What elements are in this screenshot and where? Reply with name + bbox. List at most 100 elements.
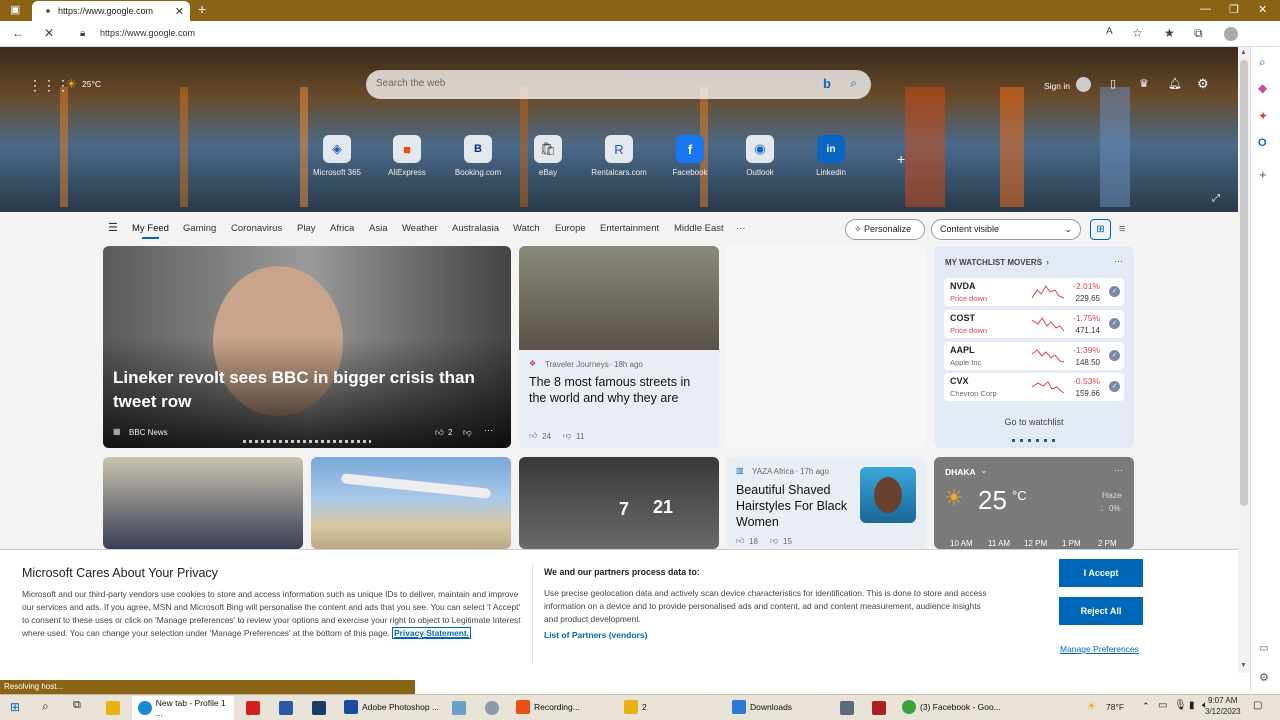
tab-play[interactable]: Play <box>297 223 315 234</box>
stock-row[interactable]: NVDA Price down -2.01% 229.65 ✓ <box>944 278 1124 306</box>
bell-icon[interactable]: 🔔︎ <box>1168 77 1182 90</box>
search-input[interactable]: Search the web b ⌕ <box>366 70 871 99</box>
apps-grid-icon[interactable]: ⋮⋮⋮ <box>28 77 70 94</box>
tab-entertainment[interactable]: Entertainment <box>600 223 659 234</box>
avatar[interactable] <box>1076 77 1091 92</box>
tab-weather[interactable]: Weather <box>402 223 438 234</box>
content-visibility-select[interactable]: Content visible ⌄ <box>931 219 1081 240</box>
tab-asia[interactable]: Asia <box>369 223 387 234</box>
like-icon[interactable]: 👍︎ <box>736 536 744 546</box>
close-window-icon[interactable]: ✕ <box>1258 3 1267 16</box>
gear-icon[interactable]: ⚙ <box>1259 671 1269 684</box>
quick-link-aliexpress[interactable]: ■ AliExpress <box>372 135 442 177</box>
new-tab-icon[interactable]: + <box>198 1 206 17</box>
back-icon[interactable]: ← <box>12 26 24 40</box>
close-tab-icon[interactable]: ✕ <box>175 5 184 18</box>
outlook-icon[interactable]: O <box>1258 137 1267 149</box>
lock-icon[interactable]: 🔒︎ <box>80 28 85 39</box>
chevron-up-icon[interactable]: ⌃ <box>1142 701 1150 712</box>
sign-in-link[interactable]: Sign in <box>1044 81 1070 91</box>
reject-all-button[interactable]: Reject All <box>1059 597 1143 625</box>
app-icon[interactable] <box>872 701 886 715</box>
rewards-icon[interactable]: ♛ <box>1139 77 1149 90</box>
like-icon[interactable]: 👍︎ <box>529 431 537 441</box>
app-icon[interactable] <box>485 701 499 715</box>
watchlist-carousel-dots[interactable] <box>1012 439 1058 442</box>
tab-europe[interactable]: Europe <box>555 223 586 234</box>
taskbar-downloads-window[interactable]: Downloads <box>732 700 792 714</box>
profile-icon[interactable] <box>1224 27 1238 41</box>
tab-coronavirus[interactable]: Coronavirus <box>231 223 282 234</box>
quick-link-ebay[interactable]: 🛍︎ eBay <box>513 135 583 177</box>
maximize-icon[interactable]: ❐ <box>1229 3 1239 16</box>
dislike-icon[interactable]: 👎︎ <box>770 536 778 546</box>
accept-button[interactable]: I Accept <box>1059 559 1143 587</box>
stop-icon[interactable]: ✕ <box>44 26 54 40</box>
scroll-up-icon[interactable]: ▲ <box>1240 49 1247 56</box>
gear-icon[interactable]: ⚙ <box>1197 76 1209 92</box>
travel-headline[interactable]: The 8 most famous streets in the world a… <box>529 374 711 406</box>
tab-watch[interactable]: Watch <box>513 223 540 234</box>
quick-link-facebook[interactable]: f Facebook <box>655 135 725 177</box>
check-icon[interactable]: ✓ <box>1109 381 1120 392</box>
news-card-photo-1[interactable] <box>103 457 303 549</box>
quick-link-linkedin[interactable]: in Linkedin <box>796 135 866 177</box>
word-icon[interactable] <box>279 701 293 715</box>
hairstyle-news-card[interactable]: ▥ YAZA Africa · 17h ago Beautiful Shaved… <box>726 457 926 549</box>
search-icon[interactable]: ⌕ <box>42 699 49 714</box>
search-icon[interactable]: ⌕ <box>1259 55 1266 70</box>
acrobat-icon[interactable] <box>246 701 260 715</box>
hero-weather[interactable]: 25°C <box>82 79 101 89</box>
file-explorer-icon[interactable] <box>106 701 120 715</box>
tab-middle-east[interactable]: Middle East <box>674 223 724 234</box>
taskbar-recording-window[interactable]: Recording... <box>516 700 580 714</box>
bing-icon[interactable]: b <box>823 76 831 91</box>
manage-preferences-link[interactable]: Manage Preferences <box>1060 644 1139 654</box>
tab-africa[interactable]: Africa <box>330 223 354 234</box>
dislike-icon[interactable]: 👎︎ <box>563 431 571 441</box>
carousel-dots[interactable] <box>243 440 371 443</box>
expand-icon[interactable]: ⤢ <box>1212 193 1220 204</box>
clock-time[interactable]: 9:07 AM <box>1208 696 1237 705</box>
tab-actions-icon[interactable]: ▣ <box>10 3 20 16</box>
weather-city[interactable]: DHAKA <box>945 467 976 477</box>
list-view-icon[interactable]: ≡ <box>1119 223 1125 235</box>
favorite-add-icon[interactable]: ☆ <box>1132 26 1143 40</box>
favorites-icon[interactable]: ★ <box>1164 26 1175 40</box>
windows-start-icon[interactable]: ⊞ <box>10 700 20 714</box>
taskbar-edge-window[interactable]: New tab - Profile 1 ... <box>132 696 234 720</box>
privacy-statement-link[interactable]: Privacy Statement. <box>392 627 472 639</box>
tab-my-feed[interactable]: My Feed <box>132 223 169 239</box>
mobile-icon[interactable]: ▯ <box>1110 77 1116 90</box>
network-icon[interactable]: ▭ <box>1158 700 1167 711</box>
tab-gaming[interactable]: Gaming <box>183 223 216 234</box>
search-icon[interactable]: ⌕ <box>850 76 857 91</box>
url-field[interactable]: https://www.google.com <box>100 28 195 38</box>
browser-tab[interactable]: https://www.google.com ✕ <box>32 1 190 21</box>
menu-icon[interactable]: ☰ <box>108 221 118 234</box>
main-headline[interactable]: Lineker revolt sees BBC in bigger crisis… <box>113 366 493 414</box>
photoshop-icon[interactable] <box>312 701 326 715</box>
quick-link-microsoft365[interactable]: ◈ Microsoft 365 <box>302 135 372 177</box>
chevron-right-icon[interactable]: › <box>1046 257 1049 267</box>
check-icon[interactable]: ✓ <box>1109 318 1120 329</box>
more-options-icon[interactable]: ··· <box>1114 256 1123 266</box>
taskbar-photoshop-window[interactable]: Adobe Photoshop ... <box>344 700 439 714</box>
stock-row[interactable]: CVX Chevron Corp -0.53% 159.66 ✓ <box>944 373 1124 401</box>
chevron-down-icon[interactable]: ⌄ <box>980 465 988 476</box>
calculator-icon[interactable] <box>840 701 854 715</box>
quick-link-booking[interactable]: B Booking.com <box>443 135 513 177</box>
quick-link-rentalcars[interactable]: R Rentalcars.com <box>584 135 654 177</box>
taskbar-chrome-window[interactable]: (3) Facebook - Goo... <box>902 700 1001 714</box>
scrollbar-thumb[interactable] <box>1240 60 1248 506</box>
more-options-icon[interactable]: ··· <box>1114 465 1123 475</box>
like-icon[interactable]: 👍︎ <box>435 427 444 438</box>
weather-card[interactable]: DHAKA ⌄ ··· ☀ 25 °C Haze 💧︎ 0% 10 AM 11 … <box>934 457 1134 549</box>
taskbar-weather[interactable]: 78°F <box>1106 702 1124 712</box>
more-tabs-button[interactable]: ··· <box>736 223 746 234</box>
discover-icon[interactable]: ◆ <box>1258 81 1267 95</box>
taskbar-folder-window[interactable]: 2 <box>624 700 647 714</box>
add-icon[interactable]: + <box>1259 167 1267 182</box>
battery-icon[interactable]: ▮ <box>1189 700 1195 711</box>
news-card-photo-3[interactable]: 7 21 <box>519 457 719 549</box>
